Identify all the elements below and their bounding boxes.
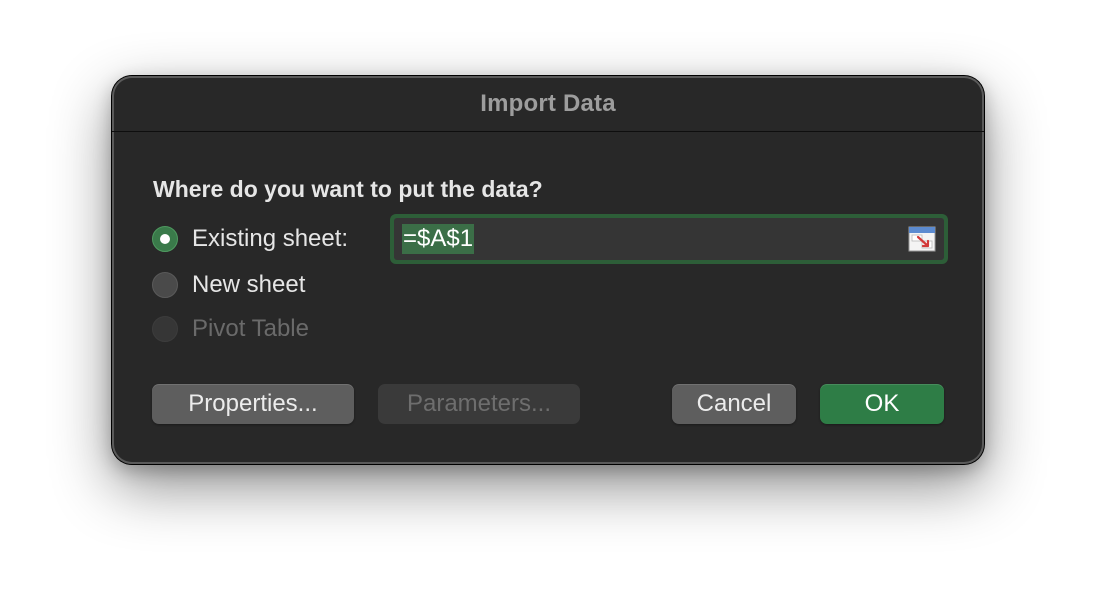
range-field-focus-ring: =$A$1	[390, 214, 948, 264]
new-sheet-radio[interactable]	[152, 272, 178, 298]
option-existing-sheet[interactable]: Existing sheet:	[152, 224, 348, 254]
radio-selected-dot	[160, 234, 170, 244]
option-new-sheet[interactable]: New sheet	[152, 270, 305, 300]
properties-button[interactable]: Properties...	[152, 384, 354, 424]
option-pivot-table: Pivot Table	[152, 314, 309, 344]
parameters-button: Parameters...	[378, 384, 580, 424]
dialog-title: Import Data	[480, 90, 616, 117]
pivot-table-radio	[152, 316, 178, 342]
collapse-range-icon[interactable]	[908, 226, 936, 252]
new-sheet-label[interactable]: New sheet	[192, 271, 305, 299]
existing-sheet-radio[interactable]	[152, 226, 178, 252]
existing-sheet-label[interactable]: Existing sheet:	[192, 225, 348, 253]
import-data-dialog: Import Data Where do you want to put the…	[112, 76, 984, 464]
destination-question: Where do you want to put the data?	[153, 176, 543, 202]
range-input-value[interactable]: =$A$1	[402, 224, 475, 254]
ok-button[interactable]: OK	[820, 384, 944, 424]
range-input[interactable]: =$A$1	[394, 218, 944, 260]
pivot-table-label: Pivot Table	[192, 315, 309, 342]
cancel-button[interactable]: Cancel	[672, 384, 796, 424]
dialog-titlebar: Import Data	[112, 76, 984, 132]
